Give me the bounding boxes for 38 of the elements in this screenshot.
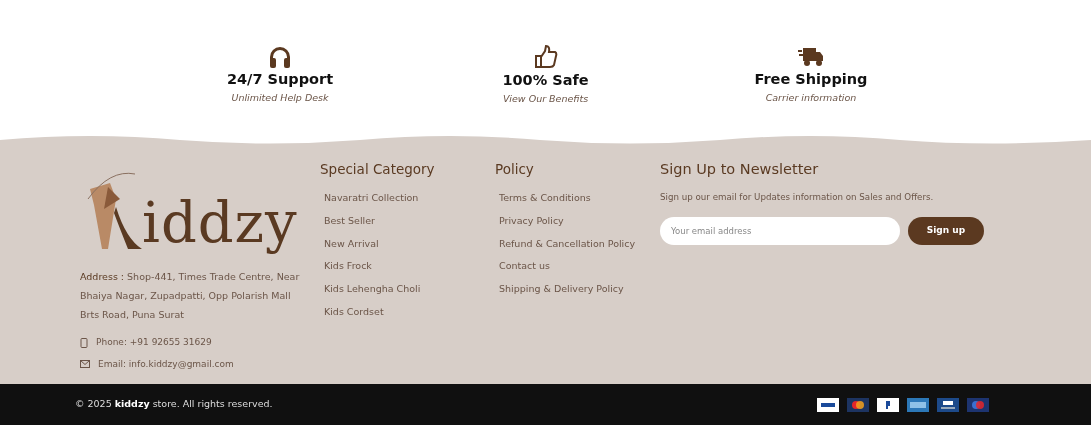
feature-subtitle: Unlimited Help Desk (230, 91, 330, 105)
feature-title: Free Shipping (753, 70, 869, 88)
footer-link[interactable]: Privacy Policy (495, 209, 658, 233)
email-input-field[interactable]: Your email address (660, 216, 900, 245)
newsletter-heading: Sign Up to Newsletter (660, 160, 820, 179)
footer-link[interactable]: Terms & Conditions (495, 187, 658, 210)
payment-card-icon (877, 397, 899, 412)
payment-card-icon (967, 397, 989, 412)
column-heading: Special Category (320, 160, 436, 179)
phone-icon (80, 337, 88, 348)
footer-link[interactable]: New Arrival (320, 232, 495, 256)
column-heading: Policy (495, 160, 535, 179)
signup-button[interactable]: Sign up (908, 216, 984, 245)
footer-link[interactable]: Shipping & Delivery Policy (495, 278, 658, 301)
payment-card-icon (817, 397, 839, 412)
feature-subtitle: View Our Benefits (501, 91, 590, 106)
thumbs-up-icon (533, 44, 558, 69)
feature-subtitle: Carrier information (764, 91, 858, 105)
footer-link[interactable]: Kids Cordset (320, 300, 495, 324)
footer-link[interactable]: Kids Frock (320, 255, 495, 279)
feature-title: 100% Safe (501, 70, 590, 89)
footer-link[interactable]: Refund & Cancellation Policy (495, 232, 658, 256)
phone-text: Phone: +91 92655 31629 (96, 336, 212, 349)
payment-card-icon (937, 397, 959, 412)
footer-link[interactable]: Contact us (495, 255, 658, 279)
feature-title: 24/7 Support (225, 70, 335, 88)
copyright-text: © 2025 kiddzy store. All rights reserved. (75, 397, 273, 412)
payment-card-icon (847, 397, 869, 412)
mail-icon (80, 360, 90, 369)
truck-icon (798, 45, 824, 68)
email-text: Email: info.kiddzy@gmail.com (98, 357, 234, 371)
footer-link[interactable]: Kids Lehengha Choli (320, 278, 495, 301)
address-text: Address : Shop-441, Times Trade Centre, Near Bhaiya Nagar, Zupadpatti, Opp Polarish Mall Brts Road, Puna Surat (80, 270, 301, 322)
payment-card-icon (907, 397, 929, 412)
footer-link[interactable]: Navaratri Collection (320, 187, 495, 210)
footer-link[interactable]: Best Seller (320, 209, 495, 233)
newsletter-text: Sign up our email for Updates information on Sales and Offers. (660, 190, 935, 204)
headphones-icon (268, 45, 292, 68)
